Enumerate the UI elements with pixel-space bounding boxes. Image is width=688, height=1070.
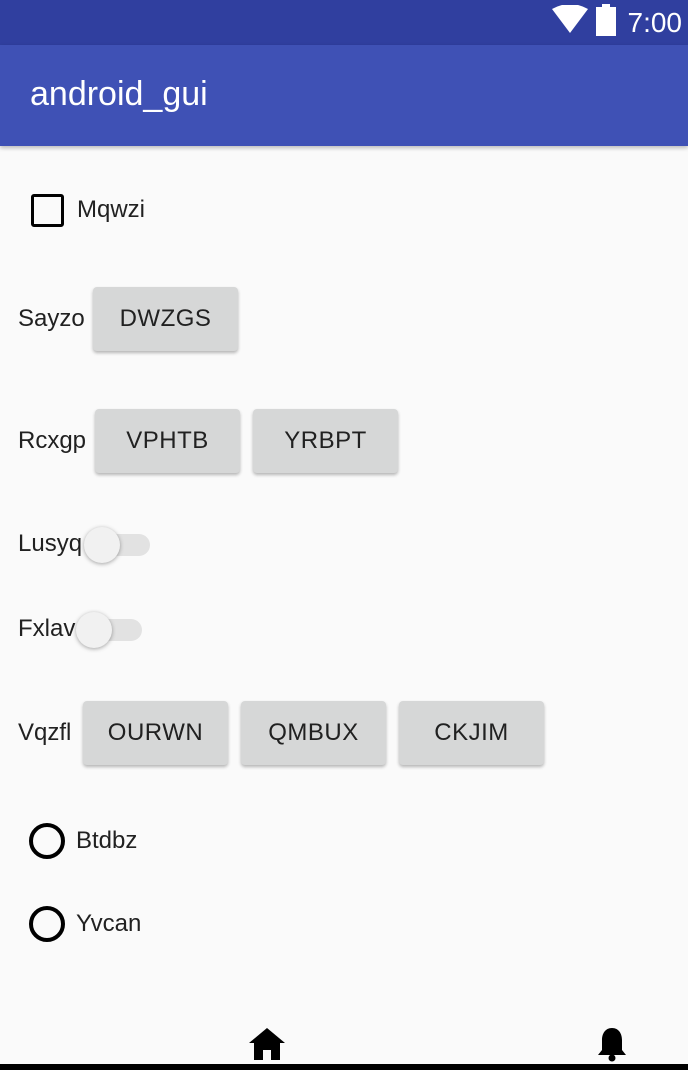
bottom-nav: [0, 1020, 688, 1070]
radio-yvcan[interactable]: Yvcan: [29, 905, 141, 943]
app-bar: android_gui: [0, 45, 688, 146]
switch-thumb[interactable]: [84, 527, 121, 563]
switch-lusyq[interactable]: [84, 524, 151, 564]
row-sayzo: Sayzo DWZGS: [18, 286, 238, 352]
status-bar: 7:00: [0, 0, 688, 45]
row-vqzfl: Vqzfl OURWN QMBUX CKJIM: [18, 700, 544, 766]
switch-lusyq-label: Lusyq: [18, 530, 83, 557]
row-vqzfl-label: Vqzfl: [18, 719, 72, 746]
checkbox-label: Mqwzi: [77, 196, 146, 223]
vphtb-button[interactable]: VPHTB: [95, 409, 240, 473]
bottom-divider: [0, 1064, 688, 1070]
radio-circle[interactable]: [29, 823, 65, 859]
checkbox-mqwzi[interactable]: Mqwzi: [31, 193, 145, 227]
row-rcxgp: Rcxgp VPHTB YRBPT: [18, 408, 398, 474]
ckjim-button[interactable]: CKJIM: [399, 701, 544, 765]
switch-fxlav[interactable]: [76, 609, 143, 649]
row-sayzo-label: Sayzo: [18, 305, 85, 332]
ourwn-button[interactable]: OURWN: [83, 701, 228, 765]
battery-icon: [595, 4, 616, 41]
switch-fxlav-label: Fxlav: [18, 615, 76, 642]
radio-btdbz-label: Btdbz: [76, 827, 138, 854]
switch-row-lusyq: Lusyq: [18, 524, 151, 564]
radio-btdbz[interactable]: Btdbz: [29, 822, 137, 860]
status-time: 7:00: [627, 6, 683, 38]
checkbox-box[interactable]: [31, 193, 64, 227]
row-rcxgp-label: Rcxgp: [18, 427, 87, 454]
switch-row-fxlav: Fxlav: [18, 609, 143, 649]
home-icon[interactable]: [249, 1028, 285, 1065]
switch-thumb[interactable]: [76, 612, 113, 648]
wifi-icon: [551, 4, 588, 40]
bell-icon[interactable]: [597, 1026, 627, 1067]
app-title: android_gui: [30, 75, 208, 113]
radio-yvcan-label: Yvcan: [76, 910, 142, 937]
yrbpt-button[interactable]: YRBPT: [253, 409, 398, 473]
qmbux-button[interactable]: QMBUX: [241, 701, 386, 765]
radio-circle[interactable]: [29, 906, 65, 942]
dwzgs-button[interactable]: DWZGS: [93, 287, 238, 351]
status-icons: 7:00: [551, 0, 683, 45]
